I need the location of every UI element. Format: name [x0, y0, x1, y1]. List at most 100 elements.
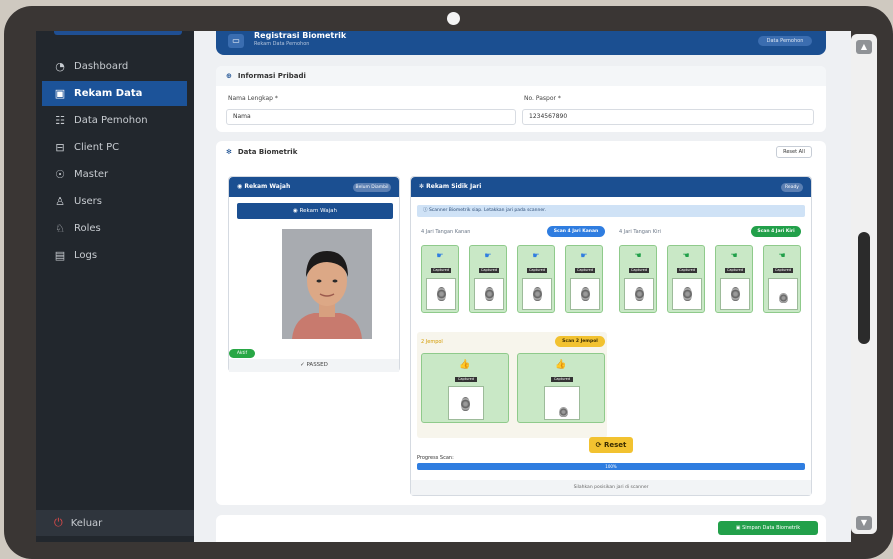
- applicants-icon: ☷: [55, 114, 65, 127]
- thumbs-title: 2 Jempol: [421, 339, 443, 345]
- scroll-up-icon[interactable]: ▲: [856, 40, 872, 54]
- thumb-card[interactable]: 👍 Captured: [421, 353, 509, 423]
- power-icon: ⏻: [54, 516, 63, 529]
- fingerprint-icon: ✻: [226, 148, 232, 156]
- app-screen: ◔ Dashboard ▣ Rekam Data ☷ Data Pemohon …: [36, 31, 851, 542]
- finger-card[interactable]: ☚ Captured: [667, 245, 705, 313]
- logs-icon: ▤: [54, 249, 66, 262]
- face-photo: [282, 229, 372, 339]
- passport-field[interactable]: 1234567890: [522, 109, 814, 125]
- finger-card[interactable]: ☚ Captured: [619, 245, 657, 313]
- sidebar-item-label: Client PC: [74, 142, 120, 153]
- face-active-badge: Aktif: [229, 349, 255, 358]
- logout-label: Keluar: [70, 517, 103, 529]
- finger-card[interactable]: ☛ Captured: [421, 245, 459, 313]
- scan-progress-bar: 100%: [417, 463, 805, 470]
- sidebar-item-master[interactable]: ☉ Master: [42, 162, 187, 187]
- face-panel-title: Rekam Wajah: [244, 183, 291, 190]
- biometric-title: ✻ Data Biometrik: [226, 148, 297, 156]
- fingerprint-image: [570, 278, 600, 310]
- sidebar-item-label: Data Pemohon: [74, 115, 148, 126]
- scan-left-hand-button[interactable]: Scan 4 Jari Kiri: [751, 226, 801, 237]
- fingerprint-image: [720, 278, 750, 310]
- reset-fingers-label: Reset: [603, 441, 627, 449]
- sidebar-item-roles[interactable]: ♘ Roles: [42, 216, 187, 241]
- fingerprint-image: [768, 278, 798, 310]
- personal-info-header: [216, 66, 826, 86]
- scanner-info-alert: ⓘ Scanner Biometrik siap. Letakkan jari …: [417, 205, 805, 217]
- capture-face-label: Rekam Wajah: [299, 208, 337, 214]
- page-scrollbar[interactable]: ▲ ▼: [851, 34, 877, 534]
- sidebar: ◔ Dashboard ▣ Rekam Data ☷ Data Pemohon …: [36, 31, 194, 542]
- finger-icon: ☛: [580, 251, 588, 260]
- roles-icon: ♘: [55, 222, 65, 235]
- finger-card[interactable]: ☚ Captured: [715, 245, 753, 313]
- finger-icon: ☛: [436, 251, 444, 260]
- captured-tag: Captured: [455, 377, 477, 382]
- finger-icon: ☛: [532, 251, 540, 260]
- scroll-down-icon[interactable]: ▼: [856, 516, 872, 530]
- master-icon: ☉: [55, 168, 65, 181]
- fingerprint-image: [426, 278, 456, 310]
- sidebar-item-label: Master: [74, 169, 109, 180]
- finger-icon: ☚: [634, 251, 642, 260]
- scroll-thumb[interactable]: [858, 232, 870, 344]
- person-portrait: [282, 229, 372, 339]
- camera-icon: [447, 12, 460, 25]
- finger-card[interactable]: ☛ Captured: [517, 245, 555, 313]
- sidebar-item-label: Rekam Data: [74, 88, 143, 99]
- page-subtitle: Rekam Data Pemohon: [254, 41, 310, 47]
- sidebar-item-rekam-data[interactable]: ▣ Rekam Data: [42, 81, 187, 106]
- scan-right-hand-button[interactable]: Scan 4 Jari Kanan: [547, 226, 605, 237]
- captured-tag: Captured: [551, 377, 573, 382]
- fingerprint-panel-title: Rekam Sidik Jari: [426, 183, 482, 190]
- dashboard-icon: ◔: [55, 60, 65, 73]
- captured-tag: Captured: [773, 268, 793, 273]
- logout-button[interactable]: ⏻ Keluar: [36, 510, 194, 536]
- thumb-card[interactable]: 👍 Captured: [517, 353, 605, 423]
- personal-info-card: ⊕ Informasi Pribadi Nama Lengkap * Nama …: [216, 66, 826, 132]
- scan-thumbs-button[interactable]: Scan 2 Jempol: [555, 336, 605, 347]
- fingerprint-image: [448, 386, 484, 420]
- page-header: ▭ Registrasi Biometrik Rekam Data Pemoho…: [216, 31, 826, 55]
- passport-label: No. Paspor *: [524, 95, 561, 102]
- personal-info-title-text: Informasi Pribadi: [237, 72, 306, 80]
- finger-card[interactable]: ☛ Captured: [565, 245, 603, 313]
- finger-icon: ☛: [484, 251, 492, 260]
- captured-tag: Captured: [629, 268, 649, 273]
- name-field[interactable]: Nama: [226, 109, 516, 125]
- personal-info-title: ⊕ Informasi Pribadi: [226, 72, 306, 80]
- sidebar-brand-bar: [54, 31, 182, 35]
- reset-fingers-button[interactable]: ⟳ Reset: [589, 437, 633, 453]
- sidebar-item-dashboard[interactable]: ◔ Dashboard: [42, 54, 187, 79]
- sidebar-item-logs[interactable]: ▤ Logs: [42, 243, 187, 268]
- save-biometric-button[interactable]: ▣ Simpan Data Biometrik: [718, 521, 818, 535]
- captured-tag: Captured: [677, 268, 697, 273]
- captured-tag: Captured: [575, 268, 595, 273]
- sidebar-item-users[interactable]: ♙ Users: [42, 189, 187, 214]
- captured-tag: Captured: [725, 268, 745, 273]
- fingerprint-image: [474, 278, 504, 310]
- users-icon: ♙: [55, 195, 65, 208]
- info-icon: ⊕: [226, 72, 232, 80]
- name-label: Nama Lengkap *: [228, 95, 278, 102]
- finger-card[interactable]: ☚ Captured: [763, 245, 801, 313]
- save-biometric-label: Simpan Data Biometrik: [742, 525, 801, 531]
- fingerprint-image: [544, 386, 580, 420]
- progress-label: Progress Scan:: [417, 455, 454, 461]
- biometric-card: ✻ Data Biometrik Reset All ◉ Rekam Wajah…: [216, 141, 826, 505]
- header-data-pemohon-button[interactable]: Data Pemohon: [758, 36, 812, 46]
- fingerprint-panel: ✻ Rekam Sidik Jari Ready ⓘ Scanner Biome…: [410, 176, 812, 496]
- sidebar-item-data-pemohon[interactable]: ☷ Data Pemohon: [42, 108, 187, 133]
- scanner-info-text: Scanner Biometrik siap. Letakkan jari pa…: [428, 208, 546, 213]
- finger-card[interactable]: ☛ Captured: [469, 245, 507, 313]
- left-hand-title: 4 Jari Tangan Kiri: [619, 229, 661, 235]
- sidebar-item-label: Dashboard: [74, 61, 129, 72]
- sidebar-item-client-pc[interactable]: ⊟ Client PC: [42, 135, 187, 160]
- scan-progress-fill: 100%: [417, 463, 805, 470]
- sidebar-item-label: Logs: [74, 250, 98, 261]
- reset-all-button[interactable]: Reset All: [776, 146, 812, 158]
- sidebar-item-label: Roles: [74, 223, 101, 234]
- capture-face-button[interactable]: ◉ Rekam Wajah: [237, 203, 393, 219]
- biometric-title-text: Data Biometrik: [237, 148, 298, 156]
